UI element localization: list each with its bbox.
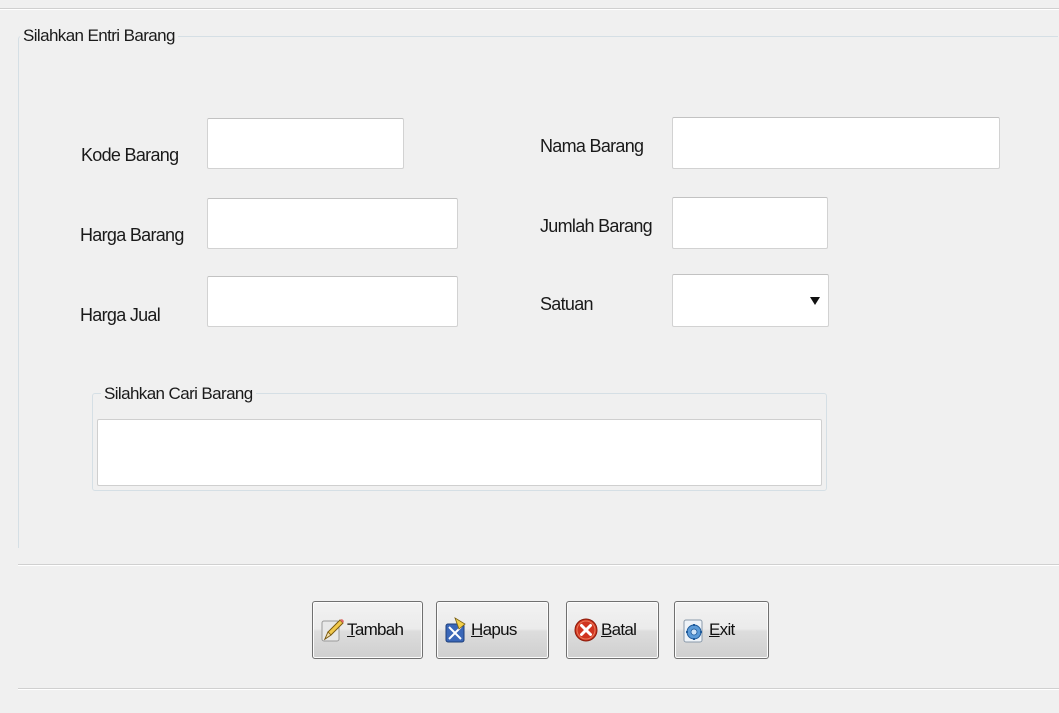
exit-icon bbox=[683, 619, 703, 643]
harga-barang-field[interactable] bbox=[207, 198, 458, 249]
tambah-button[interactable]: Tambah bbox=[312, 601, 423, 659]
harga-jual-input[interactable] bbox=[208, 277, 457, 326]
jumlah-barang-label: Jumlah Barang bbox=[540, 216, 653, 236]
entry-groupbox-title: Silahkan Entri Barang bbox=[20, 26, 178, 46]
search-groupbox-title: Silahkan Cari Barang bbox=[101, 384, 256, 404]
search-field[interactable] bbox=[97, 419, 822, 486]
nama-barang-input[interactable] bbox=[673, 118, 999, 168]
button-panel-top-divider bbox=[18, 564, 1059, 566]
cancel-icon bbox=[574, 618, 598, 642]
chevron-down-icon[interactable] bbox=[810, 296, 820, 305]
satuan-dropdown[interactable] bbox=[672, 274, 829, 327]
nama-barang-field[interactable] bbox=[672, 117, 1000, 169]
exit-button[interactable]: Exit bbox=[674, 601, 769, 659]
top-divider bbox=[0, 8, 1059, 10]
jumlah-barang-field[interactable] bbox=[672, 197, 828, 249]
harga-jual-label: Harga Jual bbox=[80, 305, 161, 325]
batal-label: Batal bbox=[601, 620, 637, 639]
kode-barang-label: Kode Barang bbox=[81, 145, 179, 165]
tambah-label: Tambah bbox=[347, 620, 404, 639]
search-input[interactable] bbox=[98, 420, 821, 485]
exit-label: Exit bbox=[709, 620, 735, 639]
harga-barang-label: Harga Barang bbox=[80, 225, 184, 245]
jumlah-barang-input[interactable] bbox=[673, 198, 827, 248]
kode-barang-input[interactable] bbox=[208, 119, 403, 168]
harga-barang-input[interactable] bbox=[208, 199, 457, 248]
kode-barang-field[interactable] bbox=[207, 118, 404, 169]
delete-icon bbox=[445, 617, 466, 643]
hapus-button[interactable]: Hapus bbox=[436, 601, 549, 659]
button-panel-bottom-divider bbox=[18, 688, 1059, 690]
pencil-icon bbox=[321, 619, 344, 642]
satuan-label: Satuan bbox=[540, 294, 594, 314]
harga-jual-field[interactable] bbox=[207, 276, 458, 327]
nama-barang-label: Nama Barang bbox=[540, 136, 644, 156]
batal-button[interactable]: Batal bbox=[566, 601, 659, 659]
hapus-label: Hapus bbox=[471, 620, 517, 639]
